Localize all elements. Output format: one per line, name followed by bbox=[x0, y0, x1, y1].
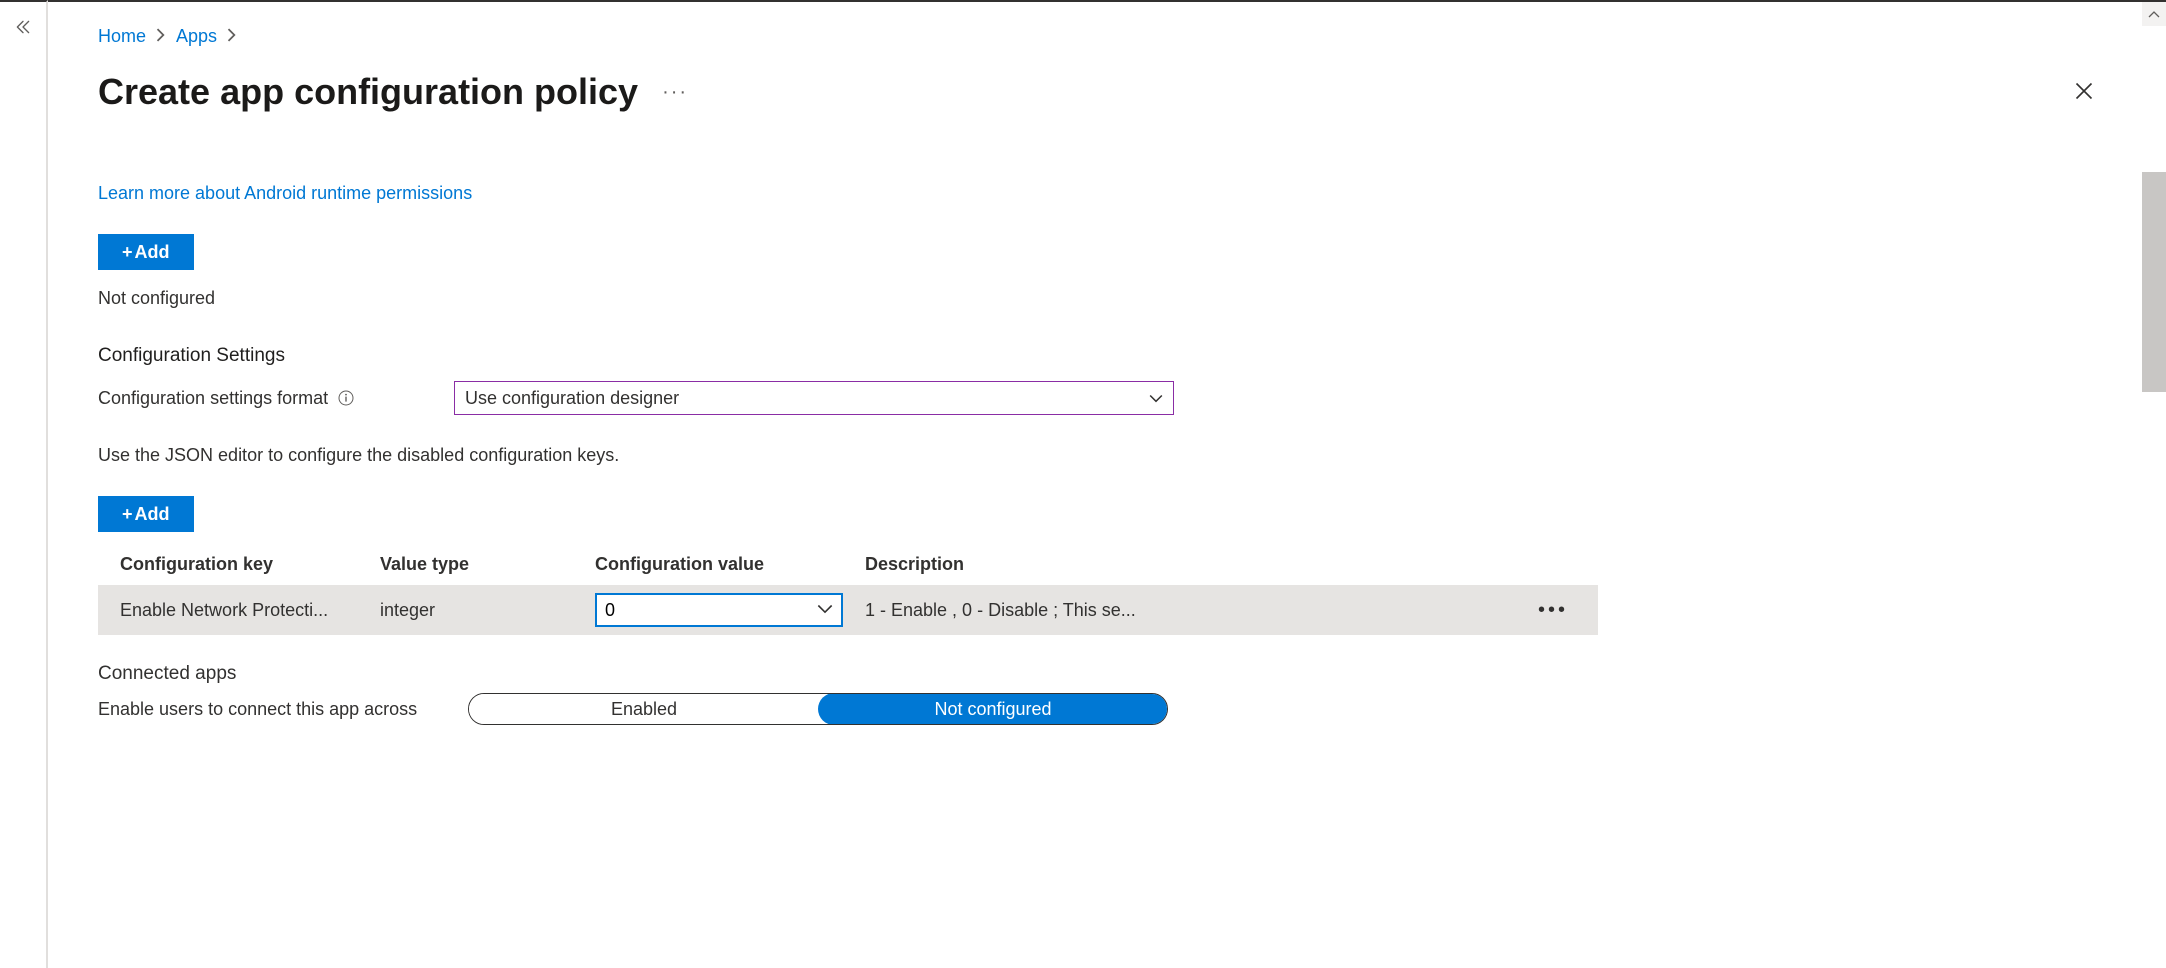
chevron-right-icon bbox=[227, 26, 237, 47]
config-value-combobox[interactable] bbox=[595, 593, 843, 627]
col-config-value: Configuration value bbox=[595, 554, 865, 575]
format-label: Configuration settings format bbox=[98, 388, 438, 409]
breadcrumb-home[interactable]: Home bbox=[98, 26, 146, 47]
col-value-type: Value type bbox=[380, 554, 595, 575]
scroll-up-icon[interactable] bbox=[2142, 2, 2166, 26]
format-dropdown[interactable]: Use configuration designer bbox=[454, 381, 1174, 415]
page-header: Create app configuration policy ··· bbox=[98, 71, 2126, 113]
chevron-down-icon bbox=[817, 600, 833, 621]
info-icon[interactable] bbox=[338, 390, 354, 406]
connected-apps-title: Connected apps bbox=[98, 663, 1598, 685]
table-header: Configuration key Value type Configurati… bbox=[98, 544, 1598, 585]
toggle-enabled[interactable]: Enabled bbox=[469, 694, 819, 724]
row-value-type: integer bbox=[380, 600, 595, 621]
runtime-permissions-link[interactable]: Learn more about Android runtime permiss… bbox=[98, 183, 1598, 204]
connected-apps-toggle[interactable]: Enabled Not configured bbox=[468, 693, 1168, 725]
more-icon[interactable]: ··· bbox=[662, 81, 688, 104]
add-config-key-button[interactable]: +Add bbox=[98, 496, 194, 532]
json-hint: Use the JSON editor to configure the dis… bbox=[98, 445, 1598, 466]
row-more-icon[interactable]: ••• bbox=[1530, 599, 1576, 622]
plus-icon: + bbox=[122, 242, 133, 263]
left-rail bbox=[0, 0, 48, 968]
col-config-key: Configuration key bbox=[120, 554, 380, 575]
toggle-not-configured[interactable]: Not configured bbox=[818, 693, 1168, 725]
plus-icon: + bbox=[122, 504, 133, 525]
main-content: Home Apps Create app configuration polic… bbox=[48, 0, 2166, 968]
scrollbar[interactable] bbox=[2142, 2, 2166, 968]
row-description: 1 - Enable , 0 - Disable ; This se... bbox=[865, 600, 1136, 621]
scroll-thumb[interactable] bbox=[2142, 172, 2166, 392]
add-permission-button[interactable]: +Add bbox=[98, 234, 194, 270]
close-button[interactable] bbox=[2066, 73, 2102, 112]
collapse-icon[interactable] bbox=[14, 18, 32, 968]
breadcrumb: Home Apps bbox=[98, 26, 2126, 47]
table-row: Enable Network Protecti... integer 1 - E… bbox=[98, 585, 1598, 635]
col-description: Description bbox=[865, 554, 1576, 575]
row-config-key: Enable Network Protecti... bbox=[120, 600, 380, 621]
chevron-down-icon bbox=[1149, 388, 1163, 409]
connected-apps-desc: Enable users to connect this app across bbox=[98, 699, 458, 720]
config-settings-title: Configuration Settings bbox=[98, 345, 1598, 367]
breadcrumb-apps[interactable]: Apps bbox=[176, 26, 217, 47]
page-title: Create app configuration policy bbox=[98, 71, 638, 113]
not-configured-text: Not configured bbox=[98, 288, 1598, 309]
chevron-right-icon bbox=[156, 26, 166, 47]
config-value-input[interactable] bbox=[597, 595, 841, 625]
